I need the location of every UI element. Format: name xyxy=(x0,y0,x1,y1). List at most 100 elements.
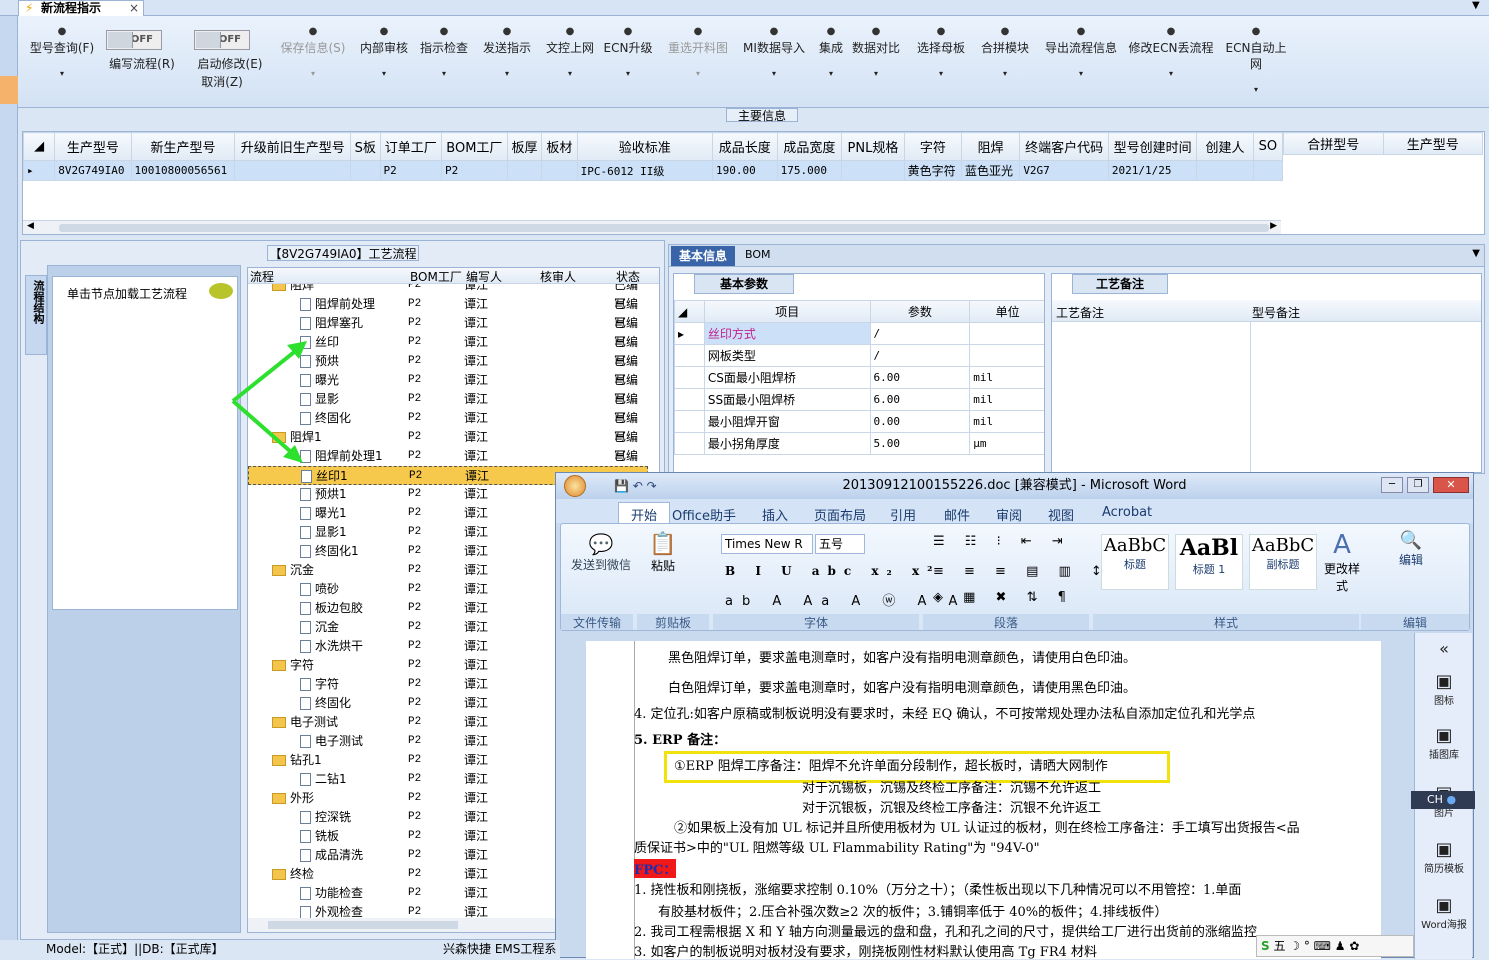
col-header[interactable]: 字符 xyxy=(903,132,962,161)
dropdown-arrow-icon[interactable]: ▾ xyxy=(1220,82,1292,98)
dropdown-arrow-icon[interactable]: ▾ xyxy=(416,66,472,82)
param-row[interactable]: 最小阻焊开窗 0.00 mil xyxy=(674,410,1044,433)
word-tab[interactable]: 审阅 xyxy=(996,505,1022,524)
send-wechat-button[interactable]: 💬 发送到微信 xyxy=(569,532,633,573)
collapse-icon[interactable]: « xyxy=(1415,639,1473,658)
col-header[interactable]: 生产型号 xyxy=(54,132,132,161)
font-name-select[interactable]: Times New R xyxy=(721,534,813,554)
col-header[interactable]: 创建人 xyxy=(1196,132,1254,161)
edit-button[interactable]: 🔍 编辑 xyxy=(1389,530,1433,568)
font-size-select[interactable]: 五号 xyxy=(815,534,865,554)
dropdown-arrow-icon[interactable]: ▾ xyxy=(913,66,969,82)
dropdown-arrow-icon[interactable]: ▾ xyxy=(1038,66,1124,82)
dropdown-arrow-icon[interactable]: ▼ xyxy=(1472,248,1480,259)
dropdown-arrow-icon[interactable]: ▼ xyxy=(1472,0,1480,11)
col-header[interactable]: 新生产型号 xyxy=(130,132,236,161)
toggle-switch[interactable]: OFF xyxy=(106,30,162,50)
change-style-button[interactable]: A 更改样式 xyxy=(1319,530,1365,594)
param-row[interactable]: CS面最小阻焊桥 6.00 mil xyxy=(674,366,1044,389)
word-tab[interactable]: 视图 xyxy=(1048,505,1074,524)
tree-row[interactable]: 阻焊塞孔 P2 谭江 已编写 xyxy=(248,314,648,349)
param-row[interactable]: 最小拐角厚度 5.00 μm xyxy=(674,432,1044,455)
minimize-button[interactable]: ─ xyxy=(1381,477,1403,493)
dropdown-arrow-icon[interactable]: ▾ xyxy=(848,66,904,82)
dropdown-arrow-icon[interactable]: ▾ xyxy=(813,66,849,82)
col-header[interactable]: 项目 xyxy=(703,300,871,323)
ime-toolbar[interactable]: S 五 ☽ ° ⌨ ♟ ✿ xyxy=(1256,935,1414,957)
dropdown-arrow-icon[interactable]: ▾ xyxy=(662,66,734,82)
dropdown-arrow-icon[interactable]: ▾ xyxy=(734,66,814,82)
word-tab[interactable]: Acrobat xyxy=(1102,505,1152,520)
toolbar-button-5[interactable]: ● 指示检查 ▾ xyxy=(416,24,472,82)
col-header[interactable]: S板 xyxy=(350,132,381,161)
paragraph-align-buttons[interactable]: ≡ ≡ ≡ ▤ ▥ ↕ xyxy=(933,564,1110,579)
toolbar-button-3[interactable]: ● 保存信息(S) ▾ xyxy=(276,24,350,82)
toolbar-button-10[interactable]: ● MI数据导入 ▾ xyxy=(734,24,814,82)
cancel-label[interactable]: 取消(Z) xyxy=(188,74,256,90)
col-header[interactable]: 订单工厂 xyxy=(379,132,442,161)
col-header[interactable]: 板材 xyxy=(541,132,578,161)
col-header[interactable]: 成品宽度 xyxy=(776,132,843,161)
dropdown-arrow-icon[interactable]: ▾ xyxy=(542,66,598,82)
toolbar-button-9[interactable]: ● 重选开料图 ▾ xyxy=(662,24,734,82)
font-format-buttons[interactable]: B I U abc x₂ x² xyxy=(725,564,940,578)
tree-row[interactable]: 阻焊前处理 P2 谭江 已编写 xyxy=(248,295,648,330)
restore-button[interactable]: ❐ xyxy=(1407,477,1429,493)
col-header[interactable]: 板厚 xyxy=(506,132,543,161)
paragraph-list-buttons[interactable]: ☰ ☷ ⁝ ⇤ ⇥ xyxy=(933,534,1071,549)
sidebar-tool[interactable]: ▣ 插图库 xyxy=(1415,725,1473,761)
word-document-page[interactable]: 黑色阻焊订单，要求盖电测章时，如客户没有指明电测章颜色，请使用白色印油。 白色阻焊… xyxy=(586,641,1381,960)
close-button[interactable]: ✕ xyxy=(1433,477,1469,493)
toolbar-button-6[interactable]: ● 发送指示 ▾ xyxy=(478,24,536,82)
toolbar-button-0[interactable]: ● 型号查询(F) ▾ xyxy=(24,24,100,82)
dropdown-arrow-icon[interactable]: ▾ xyxy=(276,66,350,82)
style-gallery-item[interactable]: AaBl 标题 1 xyxy=(1175,534,1243,590)
sidebar-tool[interactable]: ▣ Word海报 xyxy=(1415,895,1473,931)
param-row[interactable]: SS面最小阻焊桥 6.00 mil xyxy=(674,388,1044,411)
dropdown-arrow-icon[interactable]: ▾ xyxy=(478,66,536,82)
font-color-buttons[interactable]: ab A Aa A ⓦ A A xyxy=(725,590,966,609)
toolbar-button-8[interactable]: ● ECN升级 ▾ xyxy=(602,24,654,82)
dropdown-arrow-icon[interactable]: ▾ xyxy=(1126,66,1216,82)
word-tab[interactable]: 页面布局 xyxy=(814,505,866,524)
style-gallery-item[interactable]: AaBbC 标题 xyxy=(1101,534,1169,590)
param-row[interactable]: ▸ 丝印方式 / xyxy=(674,322,1044,345)
toolbar-button-11[interactable]: ● 集成 ▾ xyxy=(813,24,849,82)
dropdown-arrow-icon[interactable]: ▾ xyxy=(24,66,100,82)
toolbar-button-17[interactable]: ● ECN自动上网 ▾ xyxy=(1220,24,1292,98)
sidebar-tool[interactable]: ▣ 简历模板 xyxy=(1415,839,1473,875)
col-header[interactable]: SO xyxy=(1252,132,1284,161)
param-row[interactable]: 网板类型 / xyxy=(674,344,1044,367)
tab-process-structure[interactable]: 流程结构 xyxy=(25,275,47,355)
toolbar-button-13[interactable]: ● 选择母板 ▾ xyxy=(913,24,969,82)
word-tab[interactable]: 邮件 xyxy=(944,505,970,524)
paragraph-shading-buttons[interactable]: ◈ ▦ ✖ ⇅ ¶ xyxy=(933,590,1074,605)
office-button-icon[interactable] xyxy=(564,475,586,497)
quick-access-icons[interactable]: 💾 ↶ ↷ xyxy=(614,473,657,499)
toolbar-button-16[interactable]: ● 修改ECN丢流程 ▾ xyxy=(1126,24,1216,82)
col-header[interactable]: 阻焊 xyxy=(960,132,1021,161)
tree-row[interactable]: 阻焊 P2 谭江 已编写 xyxy=(248,284,648,311)
dropdown-arrow-icon[interactable]: ▾ xyxy=(356,66,412,82)
col-header[interactable]: 验收标准 xyxy=(576,132,714,161)
word-tab[interactable]: Office助手 xyxy=(672,505,736,524)
paste-button[interactable]: 📋 粘贴 xyxy=(643,532,683,574)
col-header[interactable]: 终端客户代码 xyxy=(1019,132,1109,161)
col-header[interactable]: PNL规格 xyxy=(841,132,905,161)
toggle-switch[interactable]: OFF xyxy=(194,30,250,50)
word-tab[interactable]: 插入 xyxy=(762,505,788,524)
toolbar-button-4[interactable]: ● 内部审核 ▾ xyxy=(356,24,412,82)
col-header[interactable]: 参数 xyxy=(869,300,971,323)
close-icon[interactable]: × xyxy=(129,1,139,15)
tab-craft-notes[interactable]: 工艺备注 xyxy=(1072,274,1168,294)
col-header[interactable]: 型号创建时间 xyxy=(1107,132,1198,161)
tab-new-process[interactable]: ⚡ 新流程指示 × xyxy=(18,0,144,16)
style-gallery-item[interactable]: AaBbC 副标题 xyxy=(1249,534,1317,590)
toolbar-button-15[interactable]: ● 导出流程信息 ▾ xyxy=(1038,24,1124,82)
dropdown-arrow-icon[interactable]: ▾ xyxy=(977,66,1033,82)
tab-basic-params[interactable]: 基本参数 xyxy=(694,274,794,294)
tab-basic-info[interactable]: 基本信息 xyxy=(671,246,735,266)
word-tab[interactable]: 引用 xyxy=(890,505,916,524)
col-header[interactable]: 单位 xyxy=(969,300,1044,323)
sidebar-tool[interactable]: ▣ 图标 xyxy=(1415,671,1473,707)
